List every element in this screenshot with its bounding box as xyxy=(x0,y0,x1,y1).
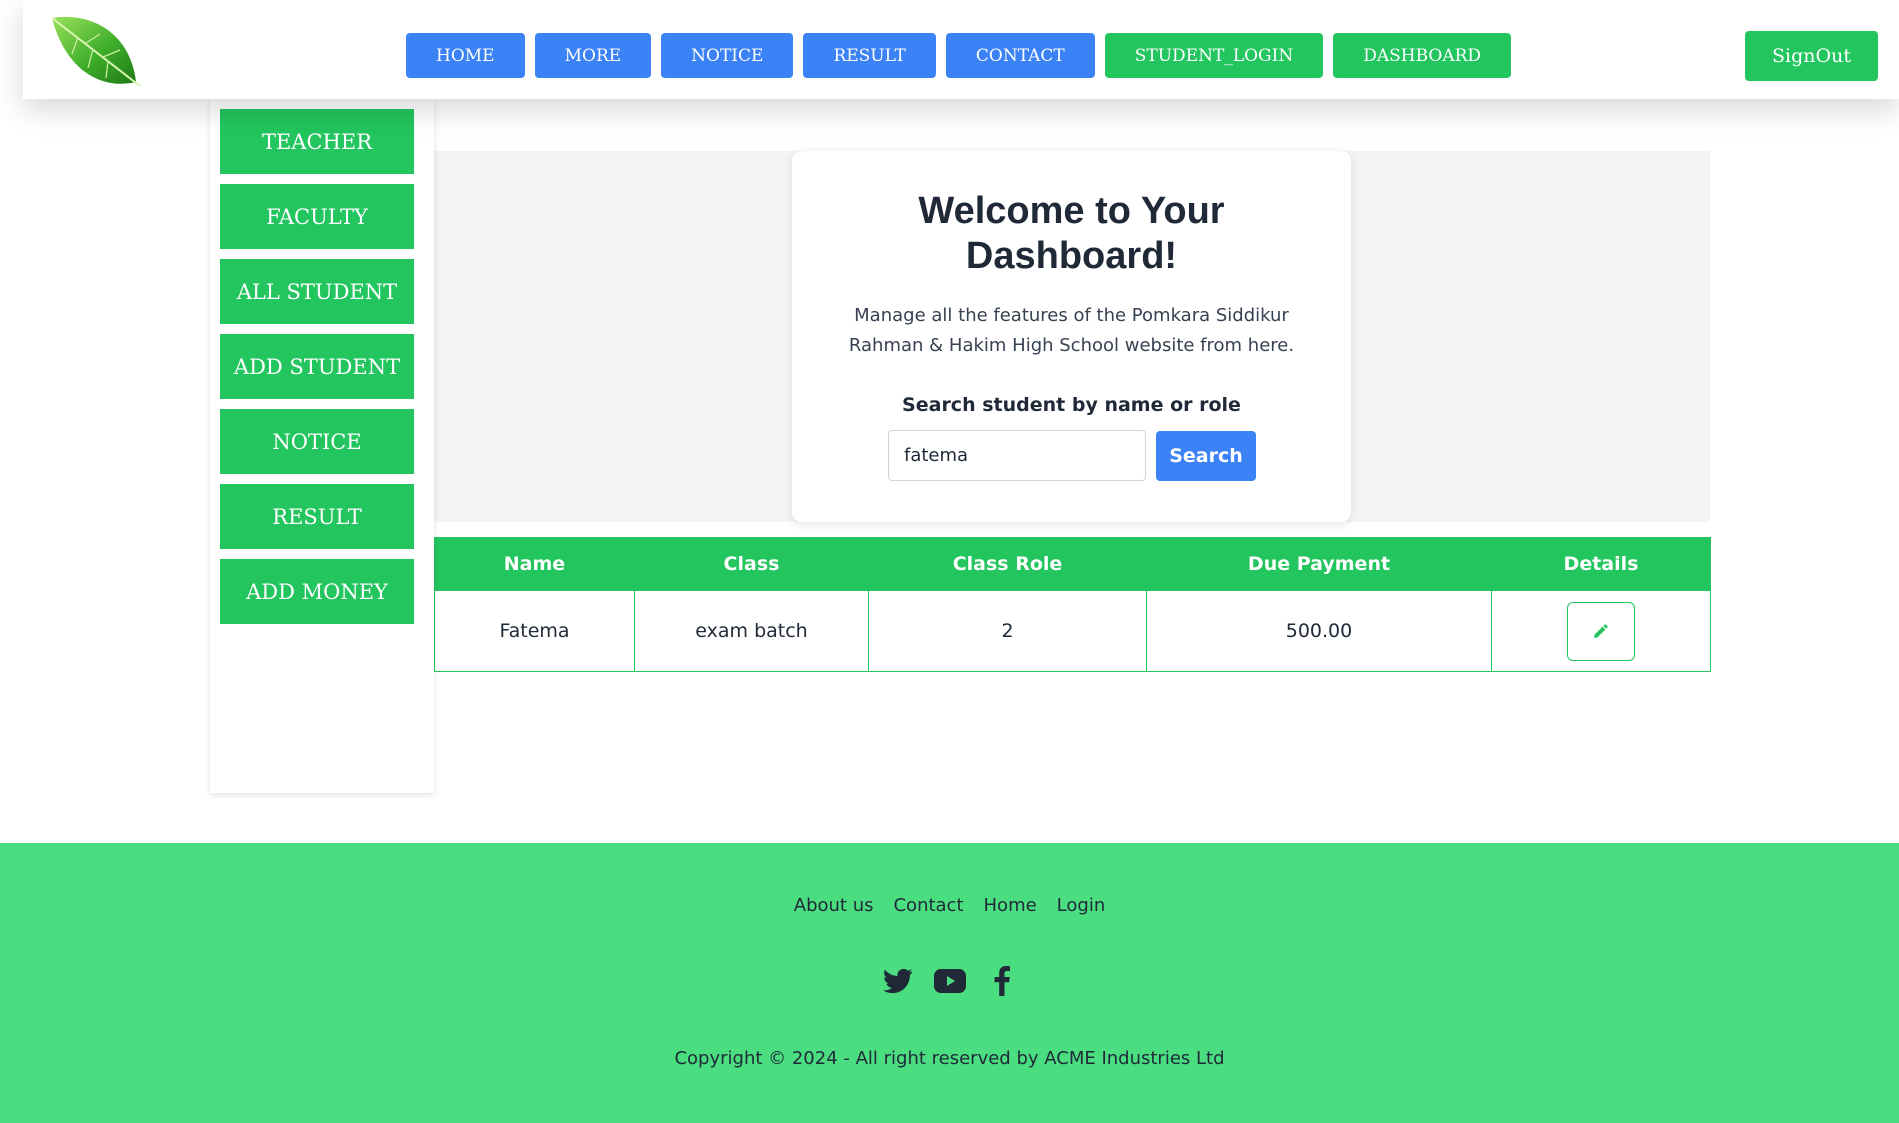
sidebar-item-all-student[interactable]: ALL STUDENT xyxy=(220,259,414,324)
facebook-icon[interactable] xyxy=(986,965,1018,997)
signout-button[interactable]: SignOut xyxy=(1745,31,1878,81)
sidebar-item-faculty[interactable]: FACULTY xyxy=(220,184,414,249)
site-footer: About us Contact Home Login Copyright © … xyxy=(0,843,1899,1123)
welcome-description: Manage all the features of the Pomkara S… xyxy=(848,305,1295,356)
youtube-icon[interactable] xyxy=(933,965,966,997)
search-input[interactable] xyxy=(888,430,1146,481)
nav-more-button[interactable]: MORE xyxy=(534,33,652,78)
student-results-table: Name Class Class Role Due Payment Detail… xyxy=(434,537,1711,672)
cell-name: Fatema xyxy=(434,590,635,672)
nav-home-button[interactable]: HOME xyxy=(406,33,525,78)
search-label: Search student by name or role xyxy=(902,394,1241,416)
footer-link-login[interactable]: Login xyxy=(1057,895,1106,916)
top-navbar: HOME MORE NOTICE RESULT CONTACT STUDENT_… xyxy=(23,0,1899,99)
pencil-icon xyxy=(1594,624,1608,638)
welcome-title: Welcome to Your Dashboard! xyxy=(918,190,1225,277)
column-header-due-payment: Due Payment xyxy=(1146,537,1492,591)
edit-details-button[interactable] xyxy=(1567,601,1635,661)
cell-class: exam batch xyxy=(634,590,869,672)
sidebar-item-teacher[interactable]: TEACHER xyxy=(220,109,414,174)
sidebar-item-notice[interactable]: NOTICE xyxy=(220,409,414,474)
sidebar-item-add-student[interactable]: ADD STUDENT xyxy=(220,334,414,399)
dashboard-sidebar: TEACHER FACULTY ALL STUDENT ADD STUDENT … xyxy=(210,99,434,793)
nav-result-button[interactable]: RESULT xyxy=(803,33,936,78)
nav-notice-button[interactable]: NOTICE xyxy=(661,33,794,78)
column-header-class-role: Class Role xyxy=(868,537,1147,591)
footer-link-about[interactable]: About us xyxy=(794,895,874,916)
table-header-row: Name Class Class Role Due Payment Detail… xyxy=(434,537,1711,591)
column-header-class: Class xyxy=(634,537,869,591)
nav-dashboard-button[interactable]: DASHBOARD xyxy=(1333,33,1512,78)
cell-class-role: 2 xyxy=(868,590,1147,672)
footer-link-home[interactable]: Home xyxy=(984,895,1037,916)
welcome-card: Welcome to Your Dashboard! Manage all th… xyxy=(792,151,1351,522)
search-button[interactable]: Search xyxy=(1156,431,1256,481)
hero-section: Welcome to Your Dashboard! Manage all th… xyxy=(434,151,1710,522)
copyright-text: Copyright © 2024 - All right reserved by… xyxy=(674,1048,1225,1069)
cell-due-payment: 500.00 xyxy=(1146,590,1492,672)
sidebar-item-add-money[interactable]: ADD MONEY xyxy=(220,559,414,624)
nav-student-login-button[interactable]: STUDENT_LOGIN xyxy=(1104,33,1324,78)
main-nav: HOME MORE NOTICE RESULT CONTACT STUDENT_… xyxy=(406,33,1512,78)
cell-details xyxy=(1491,590,1711,672)
nav-contact-button[interactable]: CONTACT xyxy=(945,33,1095,78)
leaf-logo[interactable] xyxy=(48,12,143,90)
table-row: Fatema exam batch 2 500.00 xyxy=(434,590,1711,672)
column-header-name: Name xyxy=(434,537,635,591)
footer-link-contact[interactable]: Contact xyxy=(893,895,963,916)
footer-links: About us Contact Home Login xyxy=(0,895,1899,916)
sidebar-item-result[interactable]: RESULT xyxy=(220,484,414,549)
twitter-icon[interactable] xyxy=(882,965,914,997)
column-header-details: Details xyxy=(1491,537,1711,591)
social-links xyxy=(0,965,1899,997)
